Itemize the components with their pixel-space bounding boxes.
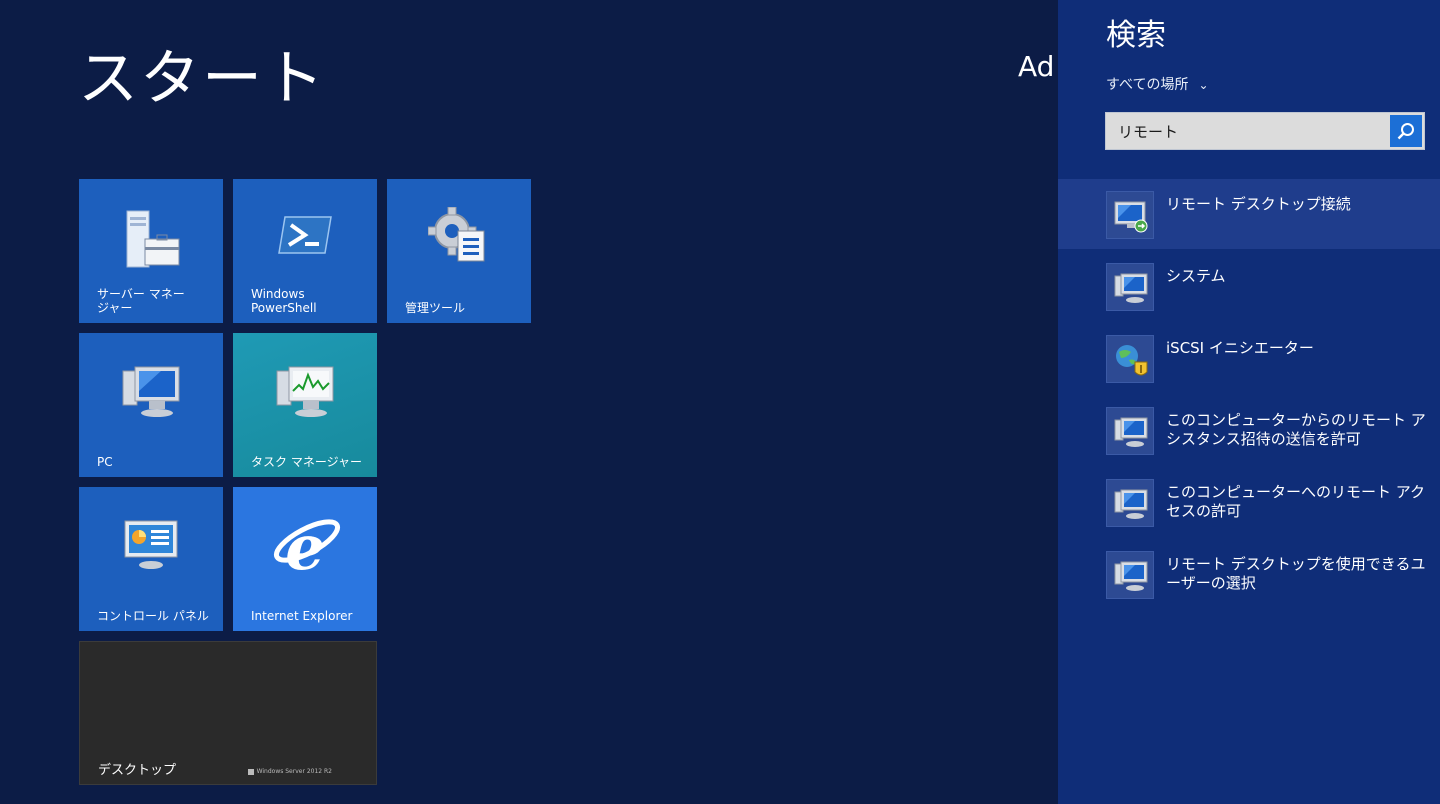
search-scope-dropdown[interactable]: すべての場所 ⌄ — [1106, 74, 1209, 94]
search-box — [1105, 112, 1425, 150]
remote-desktop-icon — [1106, 191, 1154, 239]
chevron-down-icon: ⌄ — [1198, 78, 1209, 92]
tile-label: サーバー マネー ジャー — [97, 287, 185, 315]
search-result-system[interactable]: システム — [1058, 251, 1440, 321]
search-scope-label: すべての場所 — [1106, 77, 1189, 93]
tile-label: Internet Explorer — [251, 609, 353, 623]
windows-server-brand: Windows Server 2012 R2 — [248, 768, 332, 775]
system-icon — [1106, 407, 1154, 455]
tile-label: 管理ツール — [405, 301, 466, 315]
search-result-remote-access[interactable]: このコンピューターへのリモート アクセスの許可 — [1058, 467, 1440, 537]
search-result-label: リモート デスクトップを使用できるユーザーの選択 — [1166, 555, 1426, 592]
search-result-remote-assistance[interactable]: このコンピューターからのリモート アシスタンス招待の送信を許可 — [1058, 395, 1440, 465]
search-result-iscsi-initiator[interactable]: iSCSI イニシエーター — [1058, 323, 1440, 393]
system-icon — [1106, 263, 1154, 311]
search-result-label: このコンピューターからのリモート アシスタンス招待の送信を許可 — [1166, 411, 1426, 448]
tile-label: コントロール パネル — [97, 609, 209, 623]
search-charm-title: 検索 — [1106, 18, 1166, 53]
tile-internet-explorer[interactable]: e Internet Explorer — [233, 487, 377, 631]
search-button[interactable] — [1390, 115, 1422, 147]
pc-icon — [121, 365, 181, 423]
powershell-icon — [277, 215, 333, 259]
server-manager-icon — [119, 209, 183, 275]
system-icon — [1106, 551, 1154, 599]
user-name[interactable]: Ad — [1018, 50, 1054, 83]
search-input[interactable] — [1106, 113, 1390, 149]
search-result-remote-desktop-users[interactable]: リモート デスクトップを使用できるユーザーの選択 — [1058, 539, 1440, 609]
search-charm: 検索 すべての場所 ⌄ リモート リモート デスクトップ接続 システム iSCS… — [1058, 0, 1440, 804]
tile-task-manager[interactable]: タスク マネージャー — [233, 333, 377, 477]
task-manager-icon — [275, 365, 335, 423]
search-result-label: リモート デスクトップ接続 — [1166, 195, 1351, 213]
search-result-label: システム — [1166, 267, 1226, 285]
admin-tools-icon — [427, 206, 490, 269]
tile-label: タスク マネージャー — [251, 455, 362, 469]
tile-admin-tools[interactable]: 管理ツール — [387, 179, 531, 323]
start-screen: スタート Ad サーバー マネー ジャー Windows PowerShell — [0, 0, 1440, 804]
search-result-label: このコンピューターへのリモート アクセスの許可 — [1166, 483, 1426, 520]
tile-label: PC — [97, 455, 113, 469]
control-panel-icon — [121, 519, 181, 575]
search-result-remote-desktop[interactable]: リモート デスクトップ接続 — [1058, 179, 1440, 249]
system-icon — [1106, 479, 1154, 527]
tile-server-manager[interactable]: サーバー マネー ジャー — [79, 179, 223, 323]
iscsi-initiator-icon — [1106, 335, 1154, 383]
tile-control-panel[interactable]: コントロール パネル — [79, 487, 223, 631]
tile-powershell[interactable]: Windows PowerShell — [233, 179, 377, 323]
search-result-label: iSCSI イニシエーター — [1166, 339, 1314, 357]
tile-pc[interactable]: PC — [79, 333, 223, 477]
tile-label: Windows PowerShell — [251, 287, 317, 315]
internet-explorer-icon: e — [269, 511, 341, 584]
start-title: スタート — [78, 44, 326, 114]
tile-desktop[interactable]: デスクトップ Windows Server 2012 R2 — [79, 641, 377, 785]
